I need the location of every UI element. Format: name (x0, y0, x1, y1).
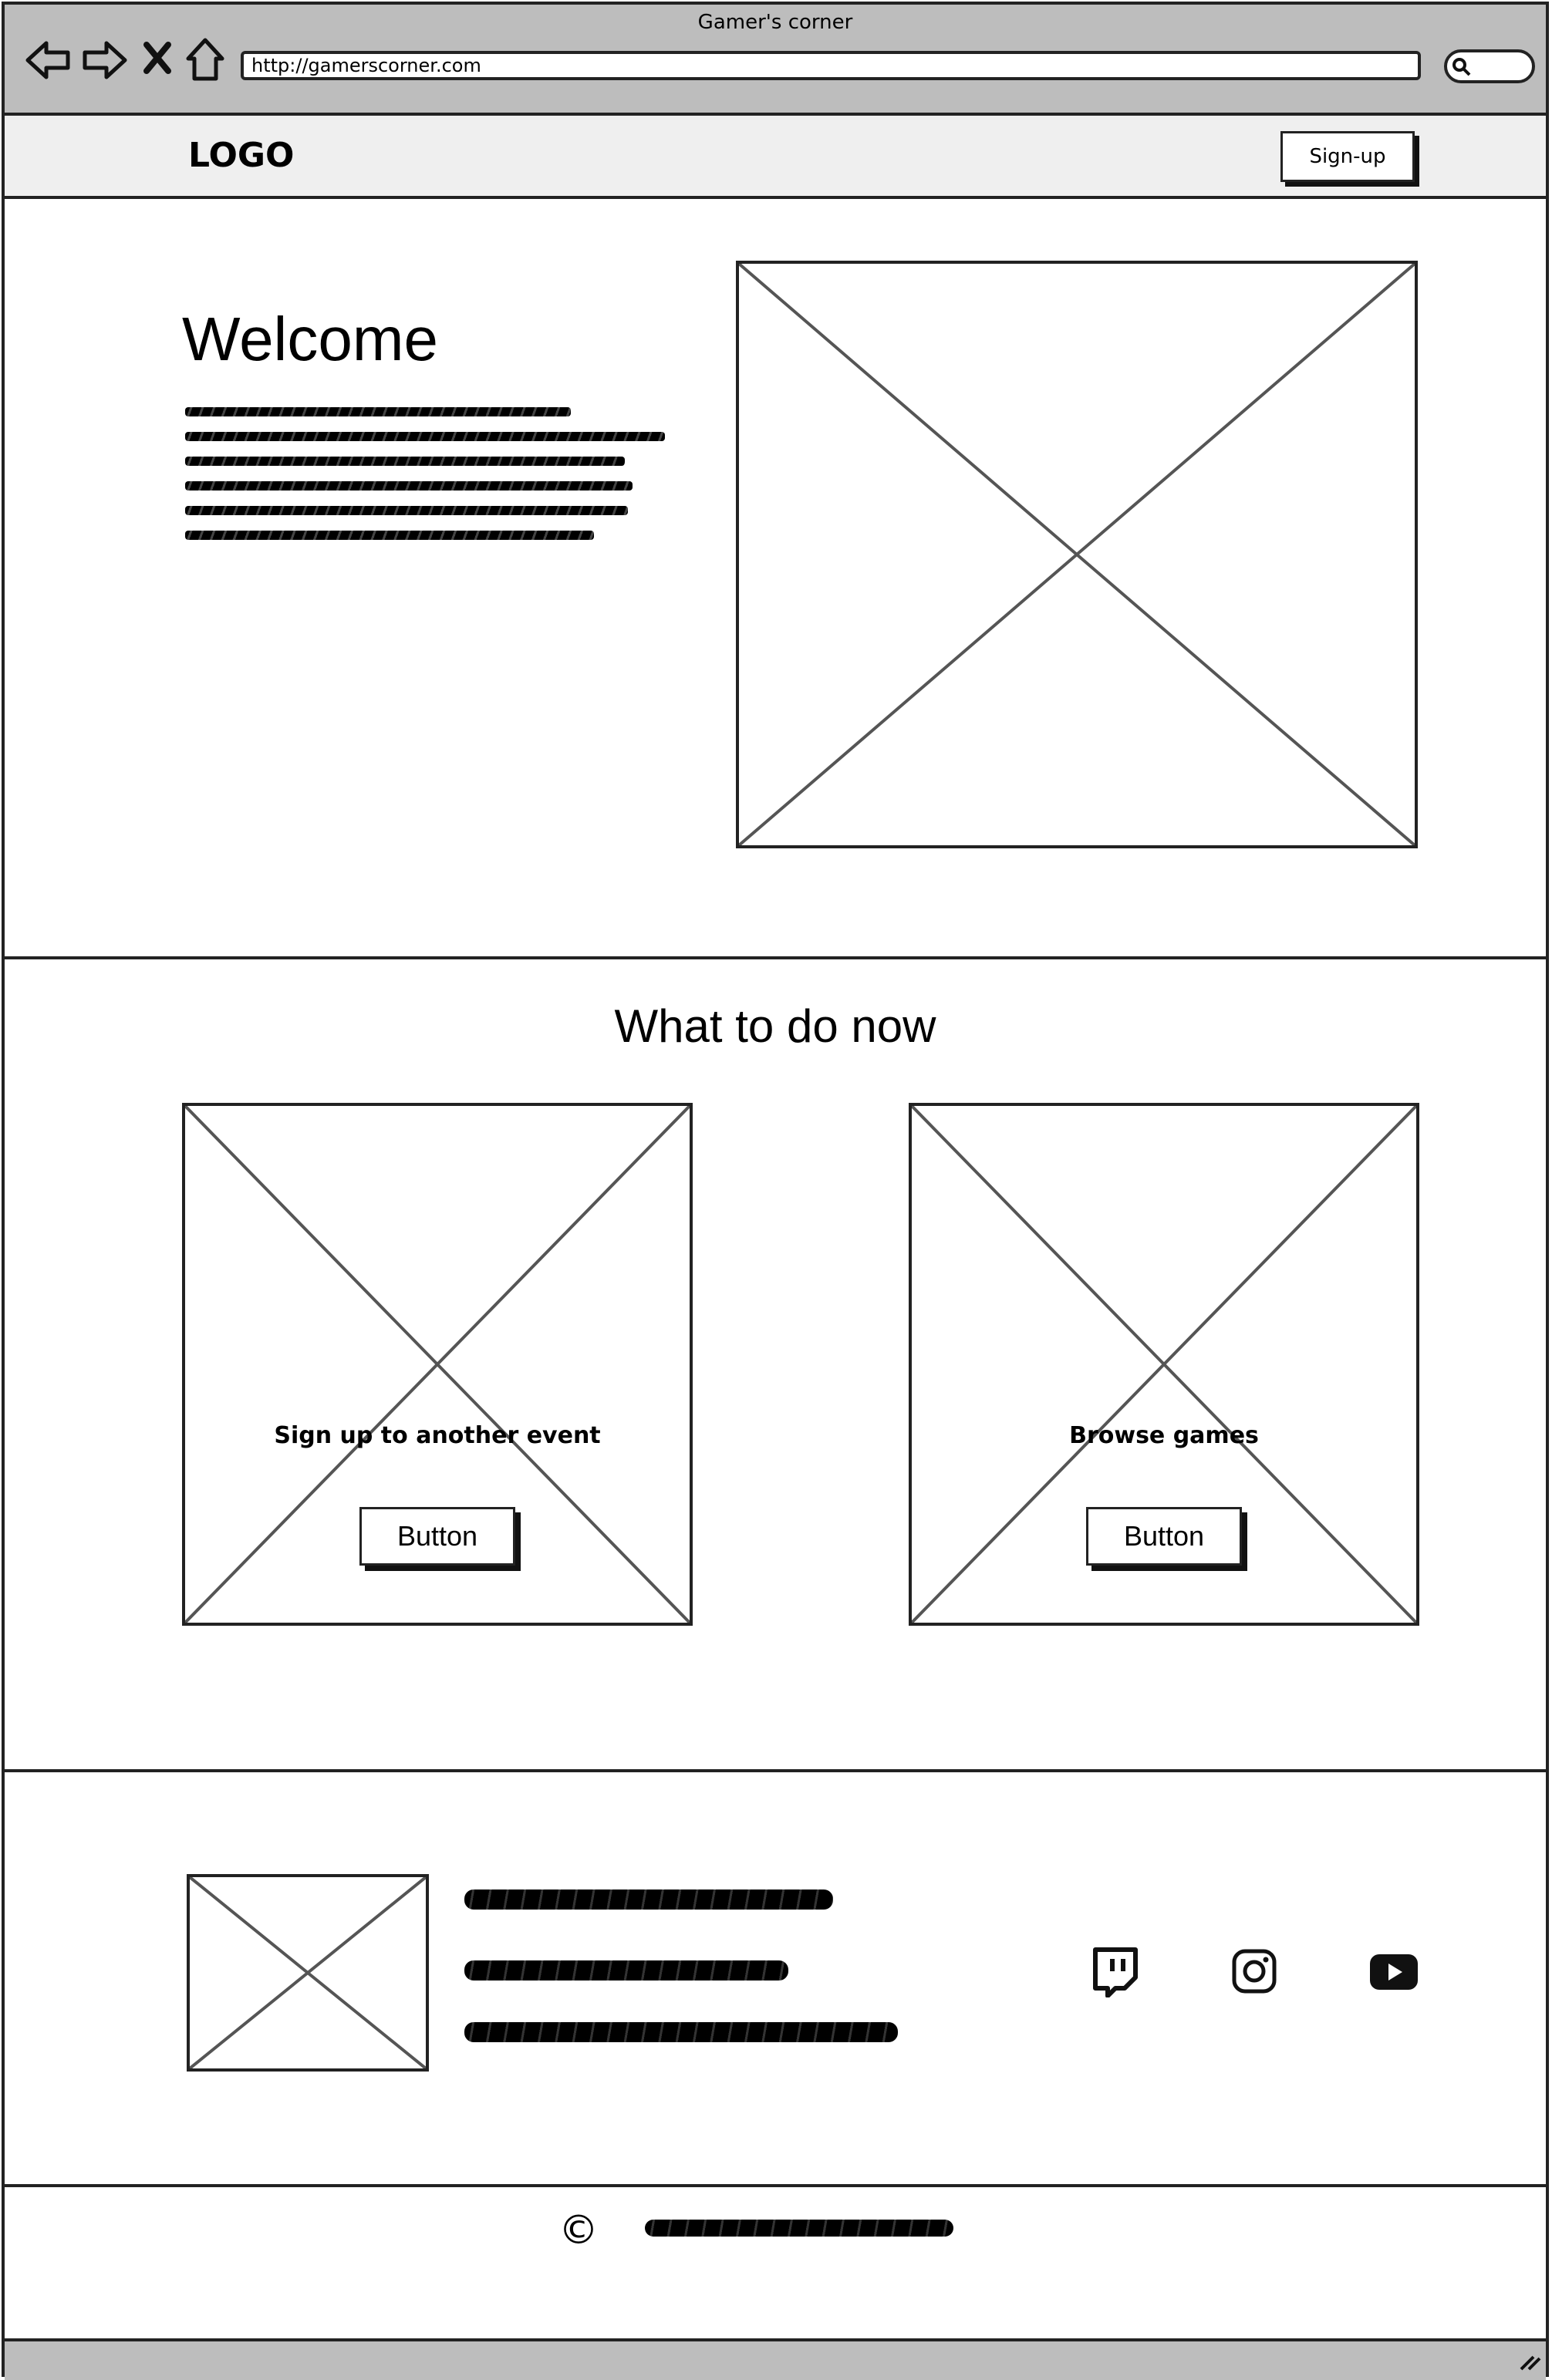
window-title: Gamer's corner (697, 11, 853, 34)
browser-search-box[interactable] (1444, 49, 1535, 83)
youtube-icon[interactable] (1368, 1953, 1419, 1991)
card-browse: Browse games Button (909, 1103, 1419, 1626)
browse-games-button[interactable]: Button (1086, 1507, 1242, 1566)
browser-toolbar: Gamer's corner http://gamerscorner.com (5, 5, 1546, 116)
text-line (185, 481, 633, 490)
footer-text-line (464, 1890, 833, 1910)
section-divider (5, 956, 1546, 959)
signup-event-button[interactable]: Button (359, 1507, 515, 1566)
text-line (185, 407, 571, 416)
card-label: Browse games (1069, 1422, 1259, 1449)
footer-text-line (464, 1960, 788, 1981)
text-line (185, 457, 625, 466)
section-title: What to do now (614, 1000, 936, 1052)
text-line (185, 531, 594, 540)
forward-arrow-icon[interactable] (82, 39, 128, 82)
address-bar[interactable]: http://gamerscorner.com (241, 51, 1421, 80)
footer-divider (5, 2184, 1546, 2187)
footer-text-line (464, 2022, 898, 2042)
hero-image-placeholder (736, 261, 1418, 848)
resize-grip-icon[interactable] (1518, 2352, 1541, 2372)
browser-window: Gamer's corner http://gamerscorner.com L… (2, 2, 1549, 2380)
section-divider (5, 1769, 1546, 1772)
signup-button[interactable]: Sign-up (1280, 131, 1415, 182)
card-label: Sign up to another event (274, 1422, 601, 1449)
browser-status-bar (5, 2338, 1546, 2380)
home-icon[interactable] (185, 37, 225, 82)
hero-text-placeholder (185, 404, 671, 543)
text-line (185, 432, 665, 441)
logo[interactable]: LOGO (188, 136, 294, 175)
hero-title: Welcome (182, 305, 438, 373)
stop-icon[interactable] (142, 40, 173, 76)
card-event: Sign up to another event Button (182, 1103, 693, 1626)
copyright-text (645, 2220, 953, 2237)
text-line (185, 506, 628, 515)
twitch-icon[interactable] (1091, 1947, 1139, 1998)
footer-image-placeholder (187, 1874, 429, 2072)
search-icon (1452, 57, 1472, 77)
site-header: LOGO Sign-up (5, 116, 1546, 199)
instagram-icon[interactable] (1231, 1948, 1277, 1994)
back-arrow-icon[interactable] (25, 39, 71, 82)
copyright-icon: © (558, 2207, 599, 2254)
